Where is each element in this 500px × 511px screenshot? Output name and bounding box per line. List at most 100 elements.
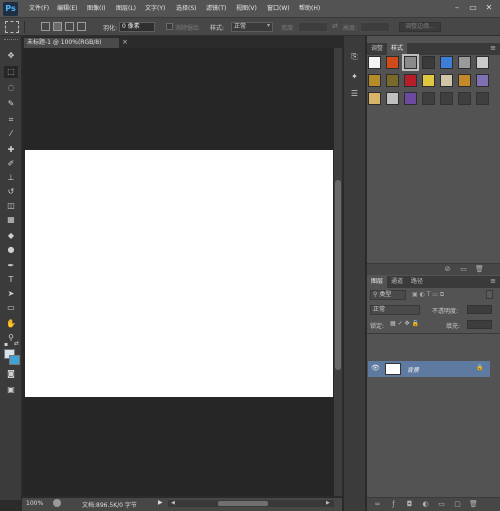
blur-tool-icon[interactable]: ◆ xyxy=(4,230,18,242)
menu-window[interactable]: 窗口(W) xyxy=(267,4,290,14)
actions-panel-icon[interactable]: ✦ xyxy=(348,70,361,83)
style-swatch[interactable] xyxy=(476,74,489,87)
tab-adjustments[interactable]: 调整 xyxy=(367,43,387,55)
document-tab-close-icon[interactable]: × xyxy=(122,38,128,46)
swap-icon[interactable]: ⇄ xyxy=(332,22,338,30)
minimize-icon[interactable]: – xyxy=(452,3,462,13)
layers-panel-menu-icon[interactable]: ≡ xyxy=(490,277,496,285)
menu-filter[interactable]: 滤镜(T) xyxy=(206,4,226,14)
style-swatch[interactable] xyxy=(440,56,453,69)
shape-tool-icon[interactable]: ▭ xyxy=(4,302,18,314)
style-swatch[interactable] xyxy=(386,56,399,69)
styles-panel-menu-icon[interactable]: ≡ xyxy=(490,44,496,52)
menu-edit[interactable]: 编辑(E) xyxy=(57,4,77,14)
brush-tool-icon[interactable]: ✐ xyxy=(4,158,18,170)
menu-help[interactable]: 帮助(H) xyxy=(299,4,320,14)
layer-kind-filter[interactable]: ⚲ 类型 xyxy=(370,290,406,300)
feather-input[interactable]: 0 像素 xyxy=(119,22,155,32)
canvas[interactable] xyxy=(25,150,333,397)
vertical-scrollbar-thumb[interactable] xyxy=(335,180,341,370)
background-color-swatch[interactable] xyxy=(9,355,20,365)
layer-name[interactable]: 背景 xyxy=(407,365,419,374)
path-select-icon[interactable]: ➤ xyxy=(4,288,18,300)
document-tab[interactable]: 未标题-1 @ 100%(RGB/8) xyxy=(23,37,120,48)
swap-colors-icon[interactable]: ⇄ xyxy=(14,340,19,347)
hand-tool-icon[interactable]: ✋ xyxy=(4,318,18,330)
zoom-level[interactable]: 100% xyxy=(26,500,43,507)
screen-mode-icon[interactable]: ▣ xyxy=(4,384,18,396)
menu-file[interactable]: 文件(F) xyxy=(29,4,49,14)
share-icon[interactable] xyxy=(53,499,61,507)
menu-type[interactable]: 文字(Y) xyxy=(145,4,165,14)
filter-toggle[interactable] xyxy=(486,290,493,299)
type-tool-icon[interactable]: T xyxy=(4,274,18,286)
new-layer-icon[interactable]: ▢ xyxy=(453,500,462,509)
tab-styles[interactable]: 样式 xyxy=(387,43,408,55)
layer-visibility-eye-icon[interactable]: 👁 xyxy=(371,364,380,372)
restore-icon[interactable]: ▭ xyxy=(468,3,478,13)
scroll-right-icon[interactable]: ▶ xyxy=(326,500,330,506)
tab-paths[interactable]: 路径 xyxy=(407,276,427,288)
new-group-icon[interactable]: ▭ xyxy=(437,500,446,509)
style-slot-empty[interactable] xyxy=(458,92,471,105)
menu-layer[interactable]: 图层(L) xyxy=(116,4,136,14)
style-swatch[interactable] xyxy=(422,74,435,87)
height-input[interactable] xyxy=(360,22,390,32)
style-swatch[interactable] xyxy=(458,74,471,87)
quick-mask-icon[interactable]: ◙ xyxy=(4,368,18,380)
add-selection-icon[interactable] xyxy=(53,22,62,31)
style-swatch[interactable] xyxy=(422,56,435,69)
style-slot-empty[interactable] xyxy=(440,92,453,105)
lock-icons[interactable]: ▦ ✓ ✥ 🔒 xyxy=(390,320,419,327)
pen-tool-icon[interactable]: ✒ xyxy=(4,260,18,272)
layer-filter-icons[interactable]: ▣ ◐ T ▭ ⧉ xyxy=(412,291,444,299)
opacity-input[interactable] xyxy=(467,305,492,314)
style-swatch[interactable] xyxy=(404,92,417,105)
style-swatch[interactable] xyxy=(386,74,399,87)
new-style-icon[interactable]: ▭ xyxy=(459,265,468,274)
menu-select[interactable]: 选择(S) xyxy=(176,4,197,14)
layer-style-icon[interactable]: ƒ xyxy=(389,500,398,509)
dodge-tool-icon[interactable]: ● xyxy=(4,244,18,256)
style-slot-empty[interactable] xyxy=(422,92,435,105)
width-input[interactable] xyxy=(298,22,328,32)
refine-edge-button[interactable]: 调整边缘... xyxy=(399,22,441,32)
add-mask-icon[interactable]: ◘ xyxy=(405,500,414,509)
marquee-tool-icon[interactable]: ⬚ xyxy=(4,66,18,78)
adjustments-panel-icon[interactable]: ☰ xyxy=(348,87,361,100)
scroll-left-icon[interactable]: ◀ xyxy=(171,500,175,506)
menu-view[interactable]: 视图(V) xyxy=(236,4,257,14)
style-swatch[interactable] xyxy=(402,54,419,71)
horizontal-scrollbar-thumb[interactable] xyxy=(218,501,268,506)
clone-stamp-icon[interactable]: ⊥ xyxy=(4,172,18,184)
style-swatch[interactable] xyxy=(458,56,471,69)
lasso-tool-icon[interactable]: ◌ xyxy=(4,82,18,94)
style-swatch[interactable] xyxy=(476,56,489,69)
adjustment-layer-icon[interactable]: ◐ xyxy=(421,500,430,509)
menu-image[interactable]: 图像(I) xyxy=(87,4,105,14)
default-colors-icon[interactable]: ▪ xyxy=(4,341,8,348)
move-tool-icon[interactable]: ✥ xyxy=(4,50,18,62)
blend-mode-select[interactable]: 正常 xyxy=(370,305,420,315)
crop-tool-icon[interactable]: ⌗ xyxy=(4,114,18,126)
subtract-selection-icon[interactable] xyxy=(65,22,74,31)
marquee-preset-icon[interactable] xyxy=(5,21,19,33)
style-swatch[interactable] xyxy=(368,92,381,105)
tab-layers[interactable]: 图层 xyxy=(367,276,388,288)
eyedropper-tool-icon[interactable]: ⁄ xyxy=(4,128,18,140)
style-swatch[interactable] xyxy=(404,74,417,87)
antialias-checkbox[interactable] xyxy=(166,23,173,30)
style-swatch[interactable] xyxy=(386,92,399,105)
style-swatch[interactable] xyxy=(440,74,453,87)
history-brush-icon[interactable]: ↺ xyxy=(4,186,18,198)
tab-channels[interactable]: 通道 xyxy=(387,276,407,288)
history-panel-icon[interactable]: ⎘ xyxy=(348,50,361,63)
fill-input[interactable] xyxy=(467,320,492,329)
quick-select-tool-icon[interactable]: ✎ xyxy=(4,98,18,110)
link-layers-icon[interactable]: ∞ xyxy=(373,500,382,509)
intersect-selection-icon[interactable] xyxy=(77,22,86,31)
clear-style-icon[interactable]: ⊘ xyxy=(443,265,452,274)
style-swatch[interactable] xyxy=(368,74,381,87)
close-icon[interactable]: ✕ xyxy=(484,3,494,13)
style-select[interactable]: 正常 xyxy=(231,22,273,32)
